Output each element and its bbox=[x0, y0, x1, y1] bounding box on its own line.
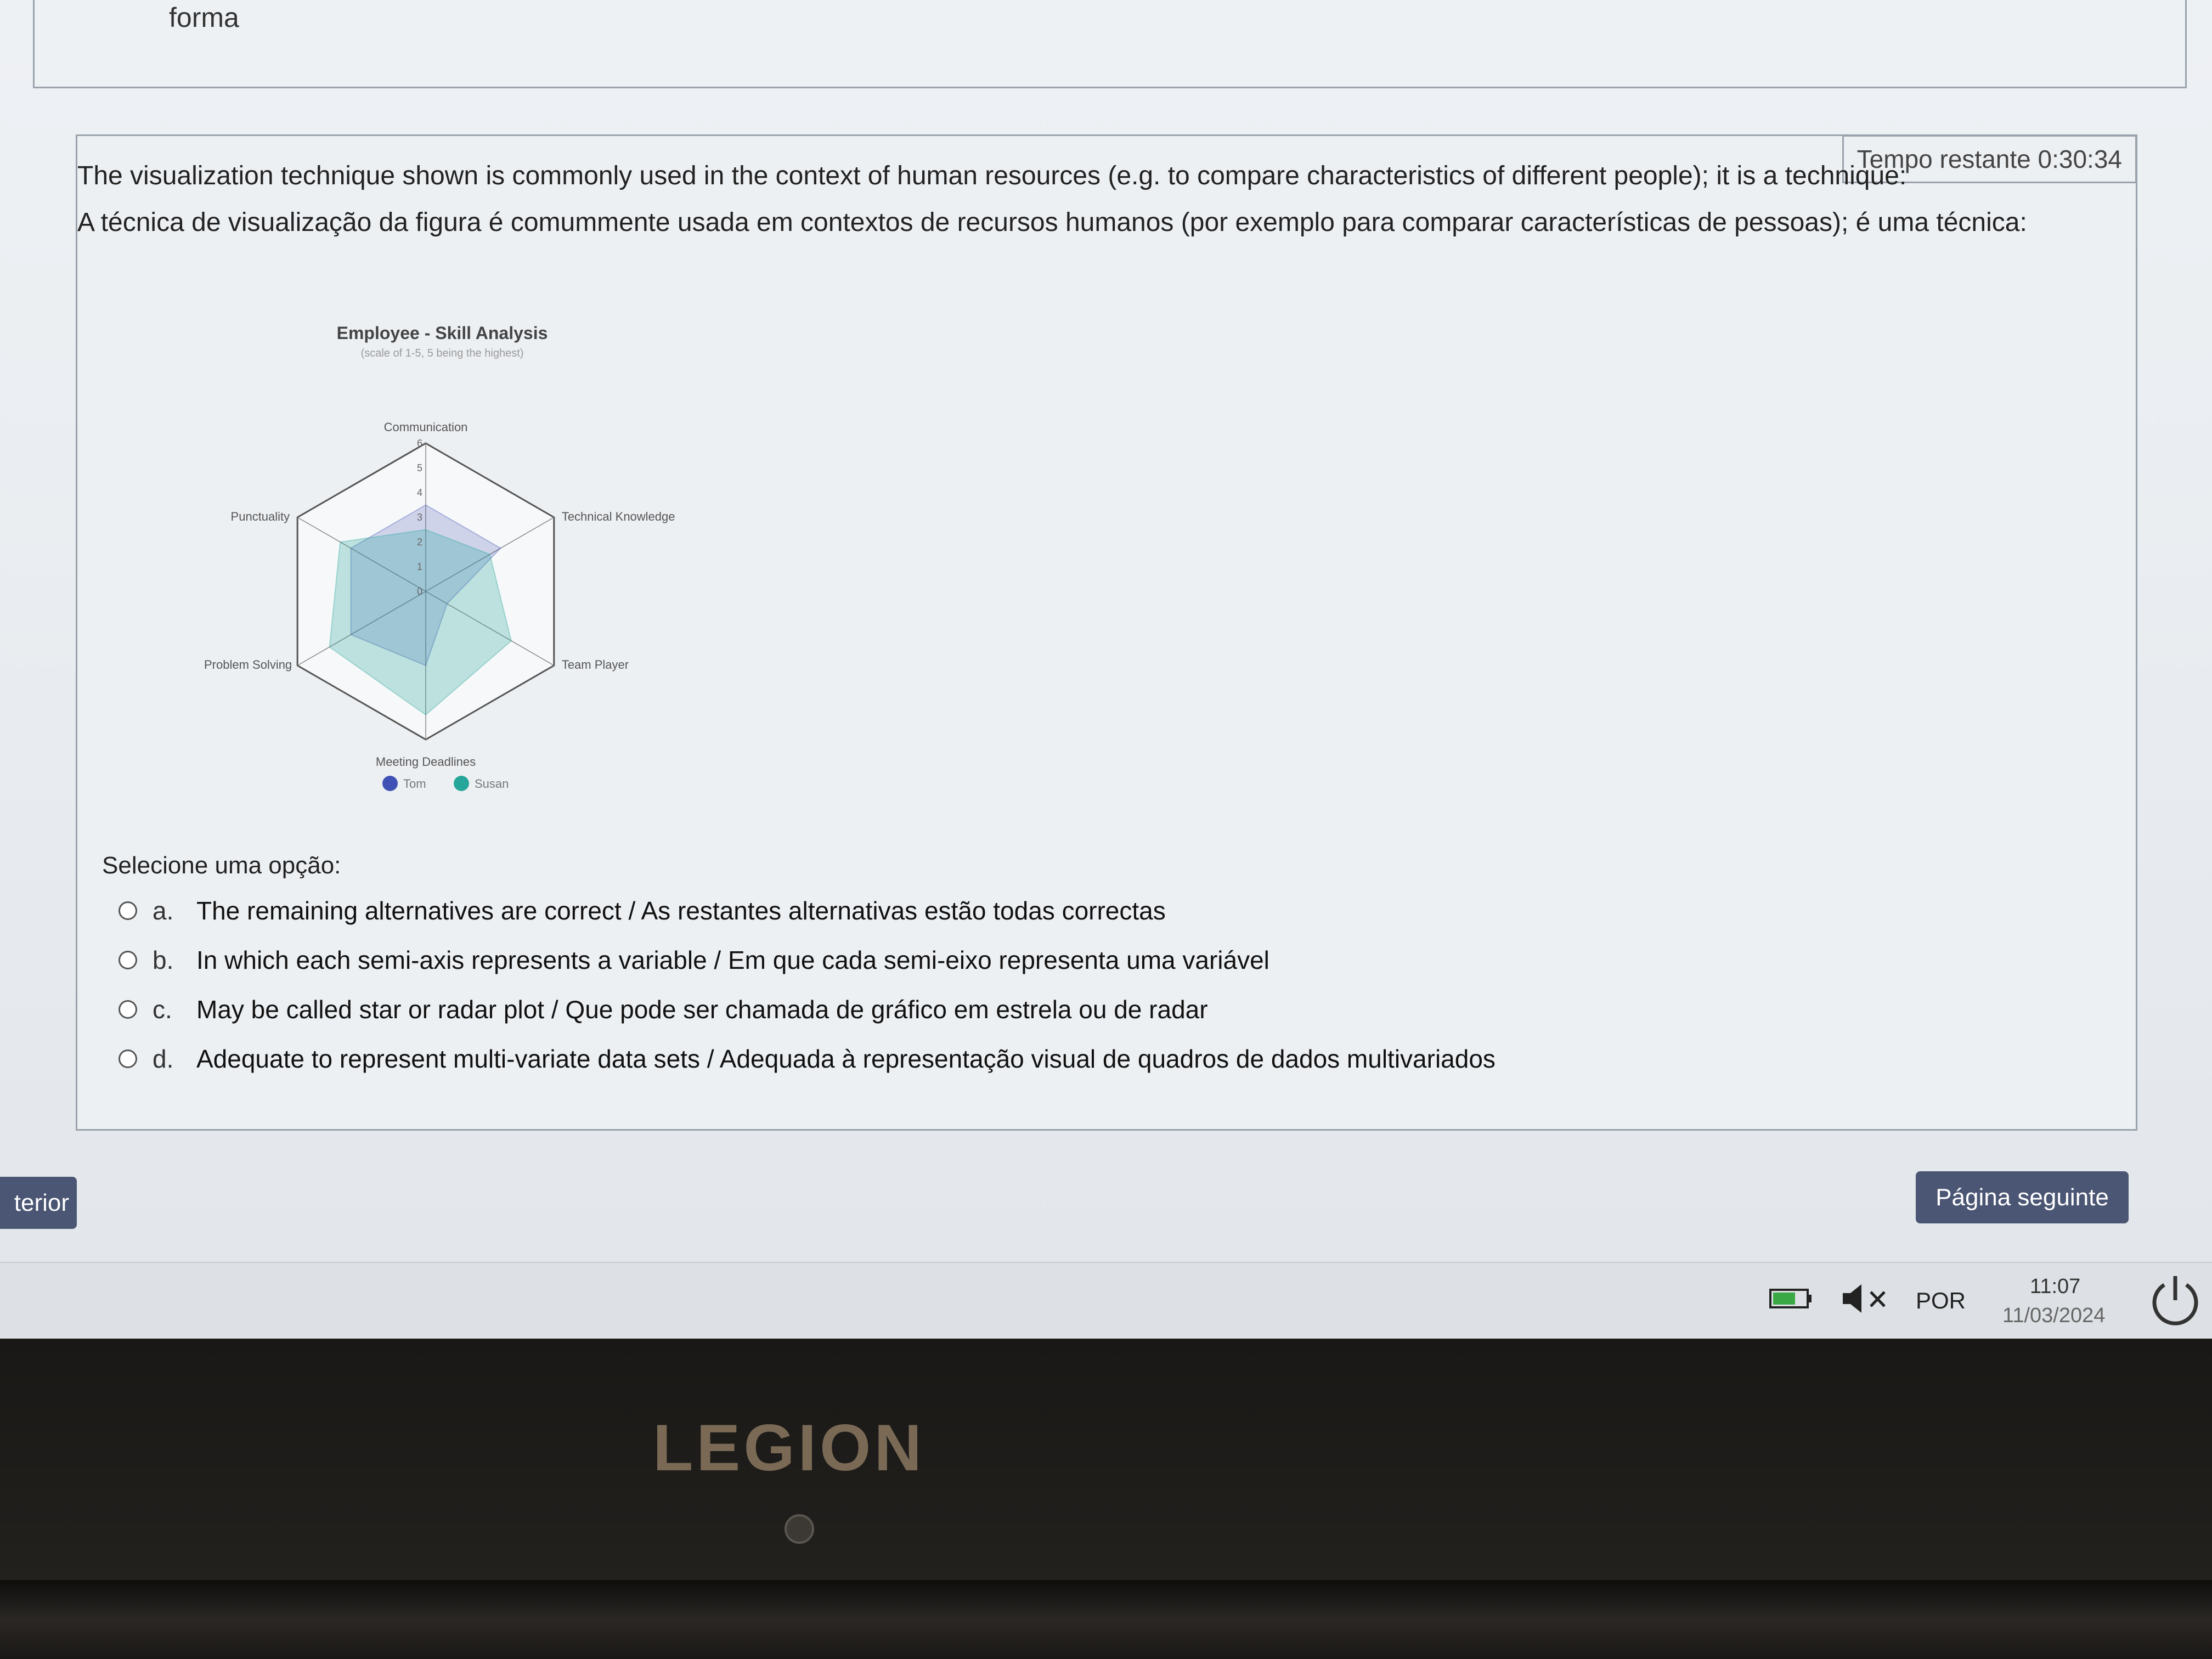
select-option-label: Selecione uma opção: bbox=[102, 852, 341, 879]
radar-tick-label: 4 bbox=[417, 487, 422, 498]
clock-date[interactable]: 11/03/2024 bbox=[2002, 1304, 2105, 1328]
legend-label-susan: Susan bbox=[475, 777, 509, 791]
input-language[interactable]: POR bbox=[1916, 1288, 1966, 1314]
radar-tick-label: 2 bbox=[417, 537, 422, 548]
previous-question-box: forma bbox=[33, 0, 2187, 88]
option-c-radio[interactable] bbox=[119, 1000, 137, 1019]
radar-tick-label: 3 bbox=[417, 512, 422, 523]
option-b[interactable]: b. In which each semi-axis represents a … bbox=[119, 945, 1269, 975]
radar-tick-label: 6 bbox=[417, 438, 422, 449]
power-icon[interactable] bbox=[2148, 1273, 2203, 1328]
option-b-radio[interactable] bbox=[119, 951, 137, 969]
option-a-radio[interactable] bbox=[119, 901, 137, 920]
previous-question-text: forma bbox=[169, 2, 239, 33]
volume-muted-icon[interactable] bbox=[1841, 1282, 1895, 1315]
question-text-pt: A técnica de visualização da figura é co… bbox=[77, 208, 2027, 237]
previous-page-button[interactable]: terior bbox=[0, 1177, 77, 1229]
webcam bbox=[785, 1514, 814, 1544]
option-d-letter: d. bbox=[153, 1045, 174, 1073]
option-b-letter: b. bbox=[153, 946, 174, 974]
radar-axis-label: Meeting Deadlines bbox=[376, 755, 476, 769]
legion-logo: LEGION bbox=[653, 1411, 926, 1485]
option-d-radio[interactable] bbox=[119, 1049, 137, 1068]
option-a-text[interactable]: The remaining alternatives are correct /… bbox=[196, 896, 1166, 926]
option-c-letter: c. bbox=[153, 995, 172, 1024]
question-text-en: The visualization technique shown is com… bbox=[77, 161, 1907, 190]
laptop-hinge bbox=[0, 1580, 2212, 1659]
legend-marker-susan bbox=[454, 776, 469, 791]
radar-tick-label: 5 bbox=[417, 462, 422, 473]
option-c-text[interactable]: May be called star or radar plot / Que p… bbox=[196, 995, 1208, 1024]
option-b-text[interactable]: In which each semi-axis represents a var… bbox=[196, 945, 1269, 975]
option-a-letter: a. bbox=[153, 896, 174, 925]
radar-axis-label: Problem Solving bbox=[204, 658, 292, 672]
taskbar: POR 11:07 11/03/2024 bbox=[0, 1262, 2212, 1339]
option-d-text[interactable]: Adequate to represent multi-variate data… bbox=[196, 1044, 1496, 1074]
clock-time[interactable]: 11:07 bbox=[2030, 1275, 2080, 1299]
radar-axis-label: Team Player bbox=[562, 658, 629, 672]
chart-title: Employee - Skill Analysis bbox=[337, 323, 548, 343]
radar-tick-label: 0 bbox=[417, 586, 422, 597]
next-page-button[interactable]: Página seguinte bbox=[1916, 1171, 2129, 1223]
chart-subtitle: (scale of 1-5, 5 being the highest) bbox=[361, 347, 524, 359]
legend-label-tom: Tom bbox=[403, 777, 426, 791]
laptop-bezel: LEGION bbox=[0, 1339, 2212, 1659]
legend-marker-tom bbox=[382, 776, 398, 791]
battery-icon[interactable] bbox=[1769, 1288, 1813, 1310]
question-box: Tempo restante 0:30:34 The visualization… bbox=[76, 134, 2137, 1131]
screen: forma Tempo restante 0:30:34 The visuali… bbox=[0, 0, 2212, 1339]
radar-axis-label: Technical Knowledge bbox=[562, 510, 675, 523]
chart-legend: Tom Susan bbox=[382, 776, 509, 791]
radar-chart: Employee - Skill Analysis (scale of 1-5,… bbox=[204, 323, 675, 791]
option-d[interactable]: d. Adequate to represent multi-variate d… bbox=[119, 1044, 1496, 1074]
radar-axis-label: Punctuality bbox=[231, 510, 290, 523]
radar-axis-label: Communication bbox=[384, 420, 468, 434]
option-a[interactable]: a. The remaining alternatives are correc… bbox=[119, 896, 1166, 926]
option-c[interactable]: c. May be called star or radar plot / Qu… bbox=[119, 995, 1208, 1024]
radar-tick-label: 1 bbox=[417, 561, 422, 572]
